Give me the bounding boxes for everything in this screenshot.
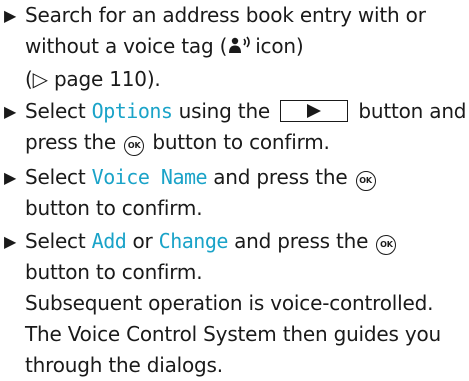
step-text: using the — [172, 99, 277, 123]
menu-keyword-voice-name: Voice Name — [91, 165, 208, 189]
bullet-arrow-icon: ▶ — [4, 6, 17, 25]
play-button-icon — [280, 100, 349, 122]
step-text: and press the — [207, 165, 354, 189]
instruction-step-add-change: ▶ Select Add or Change and press the OK … — [0, 226, 469, 381]
bullet-arrow-icon: ▶ — [4, 102, 17, 121]
ok-button-icon: OK — [376, 235, 397, 255]
step-text: Select — [25, 99, 92, 123]
menu-keyword-change: Change — [158, 229, 229, 253]
instruction-step-voice-name: ▶ Select Voice Name and press the OK but… — [0, 162, 469, 224]
step-text: icon) — [255, 34, 304, 58]
instruction-step-search: ▶ Search for an address book entry with … — [0, 0, 469, 95]
step-text: Select — [25, 165, 92, 189]
ok-button-icon: OK — [124, 136, 145, 156]
step-text-line: Search for an address book entry with or — [25, 3, 426, 27]
instruction-step-options: ▶ Select Options using the button and pr… — [0, 96, 469, 158]
menu-keyword-options: Options — [91, 99, 173, 123]
step-text-line: button to confirm. — [25, 260, 203, 284]
step-text-line: Select Voice Name and press the OK — [0, 162, 469, 193]
step-text: Select — [25, 229, 92, 253]
menu-keyword-add: Add — [91, 229, 127, 253]
voice-tag-icon — [227, 33, 255, 64]
result-note-line: Subsequent operation is voice-controlled… — [25, 291, 434, 315]
step-text: button to confirm. — [146, 130, 330, 154]
step-text-line: press the OK button to confirm. — [0, 127, 469, 158]
step-text-line: Select Add or Change and press the OK — [0, 226, 469, 257]
result-note-line: The Voice Control System then guides you — [25, 322, 442, 346]
step-text: button and — [352, 99, 467, 123]
step-text: and press the — [227, 229, 375, 253]
bullet-arrow-icon: ▶ — [4, 232, 17, 251]
bullet-arrow-icon: ▶ — [4, 168, 17, 187]
step-text: press the — [25, 130, 123, 154]
step-text: without a voice tag ( — [25, 34, 228, 58]
ok-button-icon: OK — [355, 171, 376, 191]
step-text-line: without a voice tag ( icon) — [0, 31, 469, 64]
page-reference: (▷ page 110). — [25, 67, 161, 91]
step-text-line: button to confirm. — [25, 196, 203, 220]
result-note-line: through the dialogs. — [25, 353, 223, 377]
step-text-line: Select Options using the button and — [0, 96, 469, 127]
step-text: or — [126, 229, 159, 253]
